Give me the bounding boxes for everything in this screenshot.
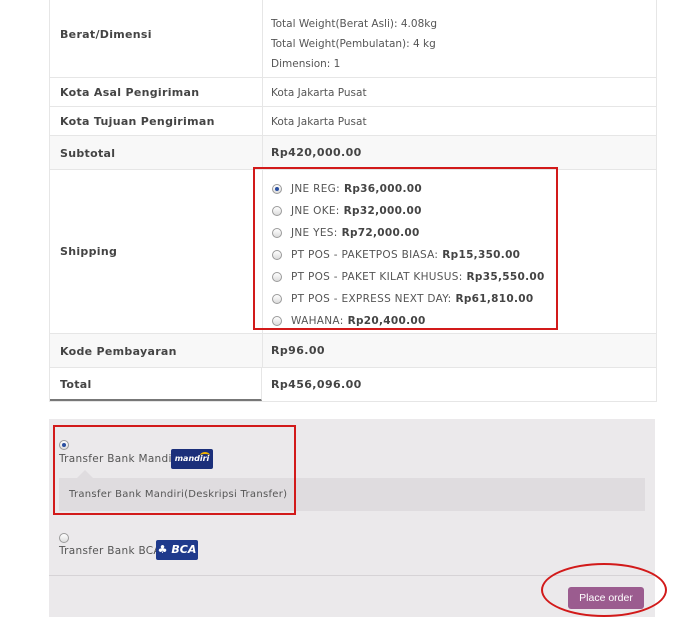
destination-value: Kota Jakarta Pusat: [271, 116, 367, 128]
subtotal-row: Subtotal Rp420,000.00: [50, 136, 656, 170]
weight-line-rounded: Total Weight(Pembulatan): 4 kg: [271, 38, 436, 50]
bca-logo: ♣ BCA: [156, 540, 198, 560]
destination-row: Kota Tujuan Pengiriman Kota Jakarta Pusa…: [50, 107, 656, 136]
total-label: Total: [60, 378, 92, 391]
subtotal-label: Subtotal: [60, 147, 116, 160]
payment-code-value: Rp96.00: [271, 344, 325, 357]
payment-code-label: Kode Pembayaran: [60, 345, 177, 358]
radio-button[interactable]: [59, 533, 69, 543]
shipping-highlight-box: [253, 167, 558, 330]
payment-method-bca-label[interactable]: Transfer Bank BCA: [59, 545, 161, 557]
subtotal-value: Rp420,000.00: [271, 146, 362, 159]
total-value: Rp456,096.00: [271, 378, 362, 391]
weight-label: Berat/Dimensi: [60, 28, 152, 41]
origin-value: Kota Jakarta Pusat: [271, 87, 367, 99]
dimension-line: Dimension: 1: [271, 58, 341, 70]
origin-label: Kota Asal Pengiriman: [60, 86, 200, 99]
weight-line-actual: Total Weight(Berat Asli): 4.08kg: [271, 18, 437, 30]
place-order-highlight-ellipse: [541, 563, 667, 617]
destination-label: Kota Tujuan Pengiriman: [60, 115, 215, 128]
payment-code-row: Kode Pembayaran Rp96.00: [50, 334, 656, 368]
origin-row: Kota Asal Pengiriman Kota Jakarta Pusat: [50, 78, 656, 107]
total-row: Total Rp456,096.00: [50, 368, 656, 401]
mandiri-highlight-box: [53, 425, 296, 515]
shipping-label: Shipping: [60, 245, 118, 258]
weight-row: Berat/Dimensi Total Weight(Berat Asli): …: [50, 0, 656, 78]
